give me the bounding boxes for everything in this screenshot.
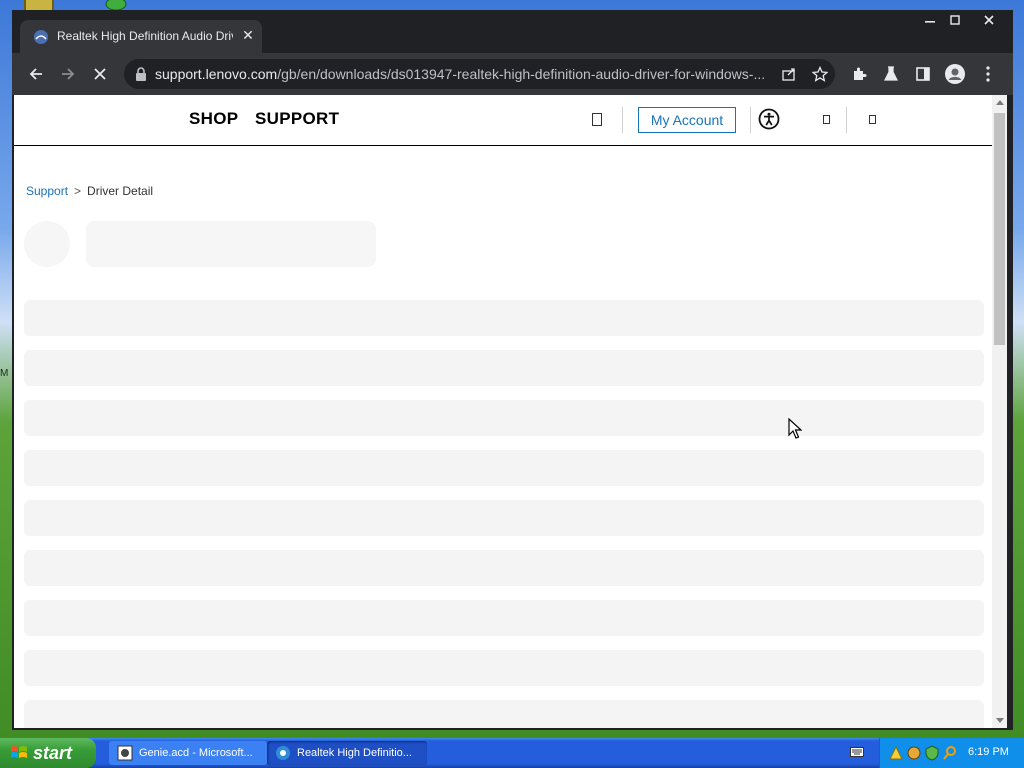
header-glyph-icon[interactable]	[823, 115, 830, 124]
nav-shop-link[interactable]: SHOP	[189, 109, 238, 129]
forward-arrow-icon[interactable]	[54, 61, 82, 87]
skeleton-row	[24, 500, 984, 536]
browser-tab[interactable]: Realtek High Definition Audio Driver ✕	[20, 20, 262, 53]
breadcrumb-support-link[interactable]: Support	[26, 184, 68, 198]
network-tray-icon[interactable]	[888, 745, 904, 761]
url-path: /gb/en/downloads/ds013947-realtek-high-d…	[277, 66, 766, 82]
minimize-icon[interactable]	[917, 10, 943, 30]
taskbar-item-browser[interactable]: Realtek High Definitio...	[267, 741, 427, 765]
skeleton-row	[24, 450, 984, 486]
skeleton-row	[24, 350, 984, 386]
skeleton-title-placeholder	[86, 221, 376, 267]
tab-strip: Realtek High Definition Audio Driver ✕	[12, 10, 1013, 53]
skeleton-row	[24, 600, 984, 636]
browser-app-icon	[276, 746, 290, 760]
back-arrow-icon[interactable]	[22, 61, 50, 87]
header-divider	[846, 107, 847, 133]
genie-app-icon	[117, 745, 133, 761]
close-window-icon[interactable]	[974, 10, 1004, 30]
labs-flask-icon[interactable]	[877, 61, 905, 87]
tab-title: Realtek High Definition Audio Driver	[57, 29, 233, 43]
desktop-edge-text: M	[0, 368, 9, 379]
profile-avatar-icon[interactable]	[941, 61, 969, 87]
taskbar-clock: 6:19 PM	[968, 746, 1009, 758]
url-text[interactable]: support.lenovo.com/gb/en/downloads/ds013…	[155, 66, 775, 82]
scrollbar-thumb[interactable]	[994, 113, 1005, 345]
vertical-scrollbar[interactable]	[992, 95, 1007, 728]
address-bar[interactable]: support.lenovo.com/gb/en/downloads/ds013…	[124, 59, 835, 89]
windows-logo-icon	[11, 746, 27, 758]
tab-close-icon[interactable]: ✕	[240, 27, 256, 43]
taskbar: start Genie.acd - Microsoft... Realtek H…	[0, 738, 1024, 768]
skeleton-row	[24, 550, 984, 586]
search-tray-icon[interactable]	[942, 745, 958, 761]
accessibility-icon[interactable]	[758, 108, 780, 130]
header-glyph-icon[interactable]	[869, 115, 876, 124]
lock-icon	[136, 67, 146, 81]
taskbar-item-label: Genie.acd - Microsoft...	[139, 747, 253, 759]
bug-icon[interactable]	[102, 0, 130, 10]
skeleton-row	[24, 300, 984, 336]
skeleton-avatar-placeholder	[24, 221, 70, 267]
page-viewport: SHOP SUPPORT My Account Support > Driver D…	[14, 95, 1007, 728]
url-host: support.lenovo.com	[155, 66, 278, 82]
lenovo-favicon-icon	[34, 30, 48, 44]
header-divider	[750, 107, 751, 133]
start-button[interactable]: start	[0, 738, 96, 768]
taskbar-item-genie[interactable]: Genie.acd - Microsoft...	[109, 741, 267, 765]
header-glyph-icon[interactable]	[592, 113, 602, 126]
scroll-down-arrow-icon[interactable]	[996, 718, 1004, 723]
breadcrumb-current: Driver Detail	[87, 184, 154, 198]
mouse-cursor-icon	[788, 418, 802, 439]
shield-tray-icon[interactable]	[924, 745, 940, 761]
site-header: SHOP SUPPORT My Account	[14, 95, 994, 146]
skeleton-row	[24, 400, 984, 436]
header-divider	[622, 107, 623, 133]
skeleton-row	[24, 700, 984, 728]
breadcrumb: Support > Driver Detail	[26, 184, 153, 198]
browser-window: Realtek High Definition Audio Driver ✕ s…	[12, 10, 1013, 730]
skeleton-row	[24, 650, 984, 686]
maximize-icon[interactable]	[942, 10, 968, 30]
stop-loading-icon[interactable]	[86, 61, 114, 87]
taskbar-item-label: Realtek High Definitio...	[297, 747, 412, 759]
nav-support-link[interactable]: SUPPORT	[255, 109, 339, 129]
start-label: start	[33, 742, 73, 763]
side-panel-icon[interactable]	[909, 61, 937, 87]
breadcrumb-separator: >	[74, 184, 82, 198]
scroll-up-arrow-icon[interactable]	[996, 100, 1004, 105]
my-account-button[interactable]: My Account	[638, 107, 736, 133]
keyboard-language-icon[interactable]	[850, 747, 864, 757]
browser-toolbar: support.lenovo.com/gb/en/downloads/ds013…	[12, 53, 1013, 95]
bug-tray-icon[interactable]	[906, 745, 922, 761]
bookmark-star-icon[interactable]	[810, 64, 830, 84]
extensions-puzzle-icon[interactable]	[845, 61, 873, 87]
system-tray: 6:19 PM	[879, 738, 1024, 768]
menu-kebab-icon[interactable]	[974, 61, 1002, 87]
share-icon[interactable]	[779, 64, 799, 84]
